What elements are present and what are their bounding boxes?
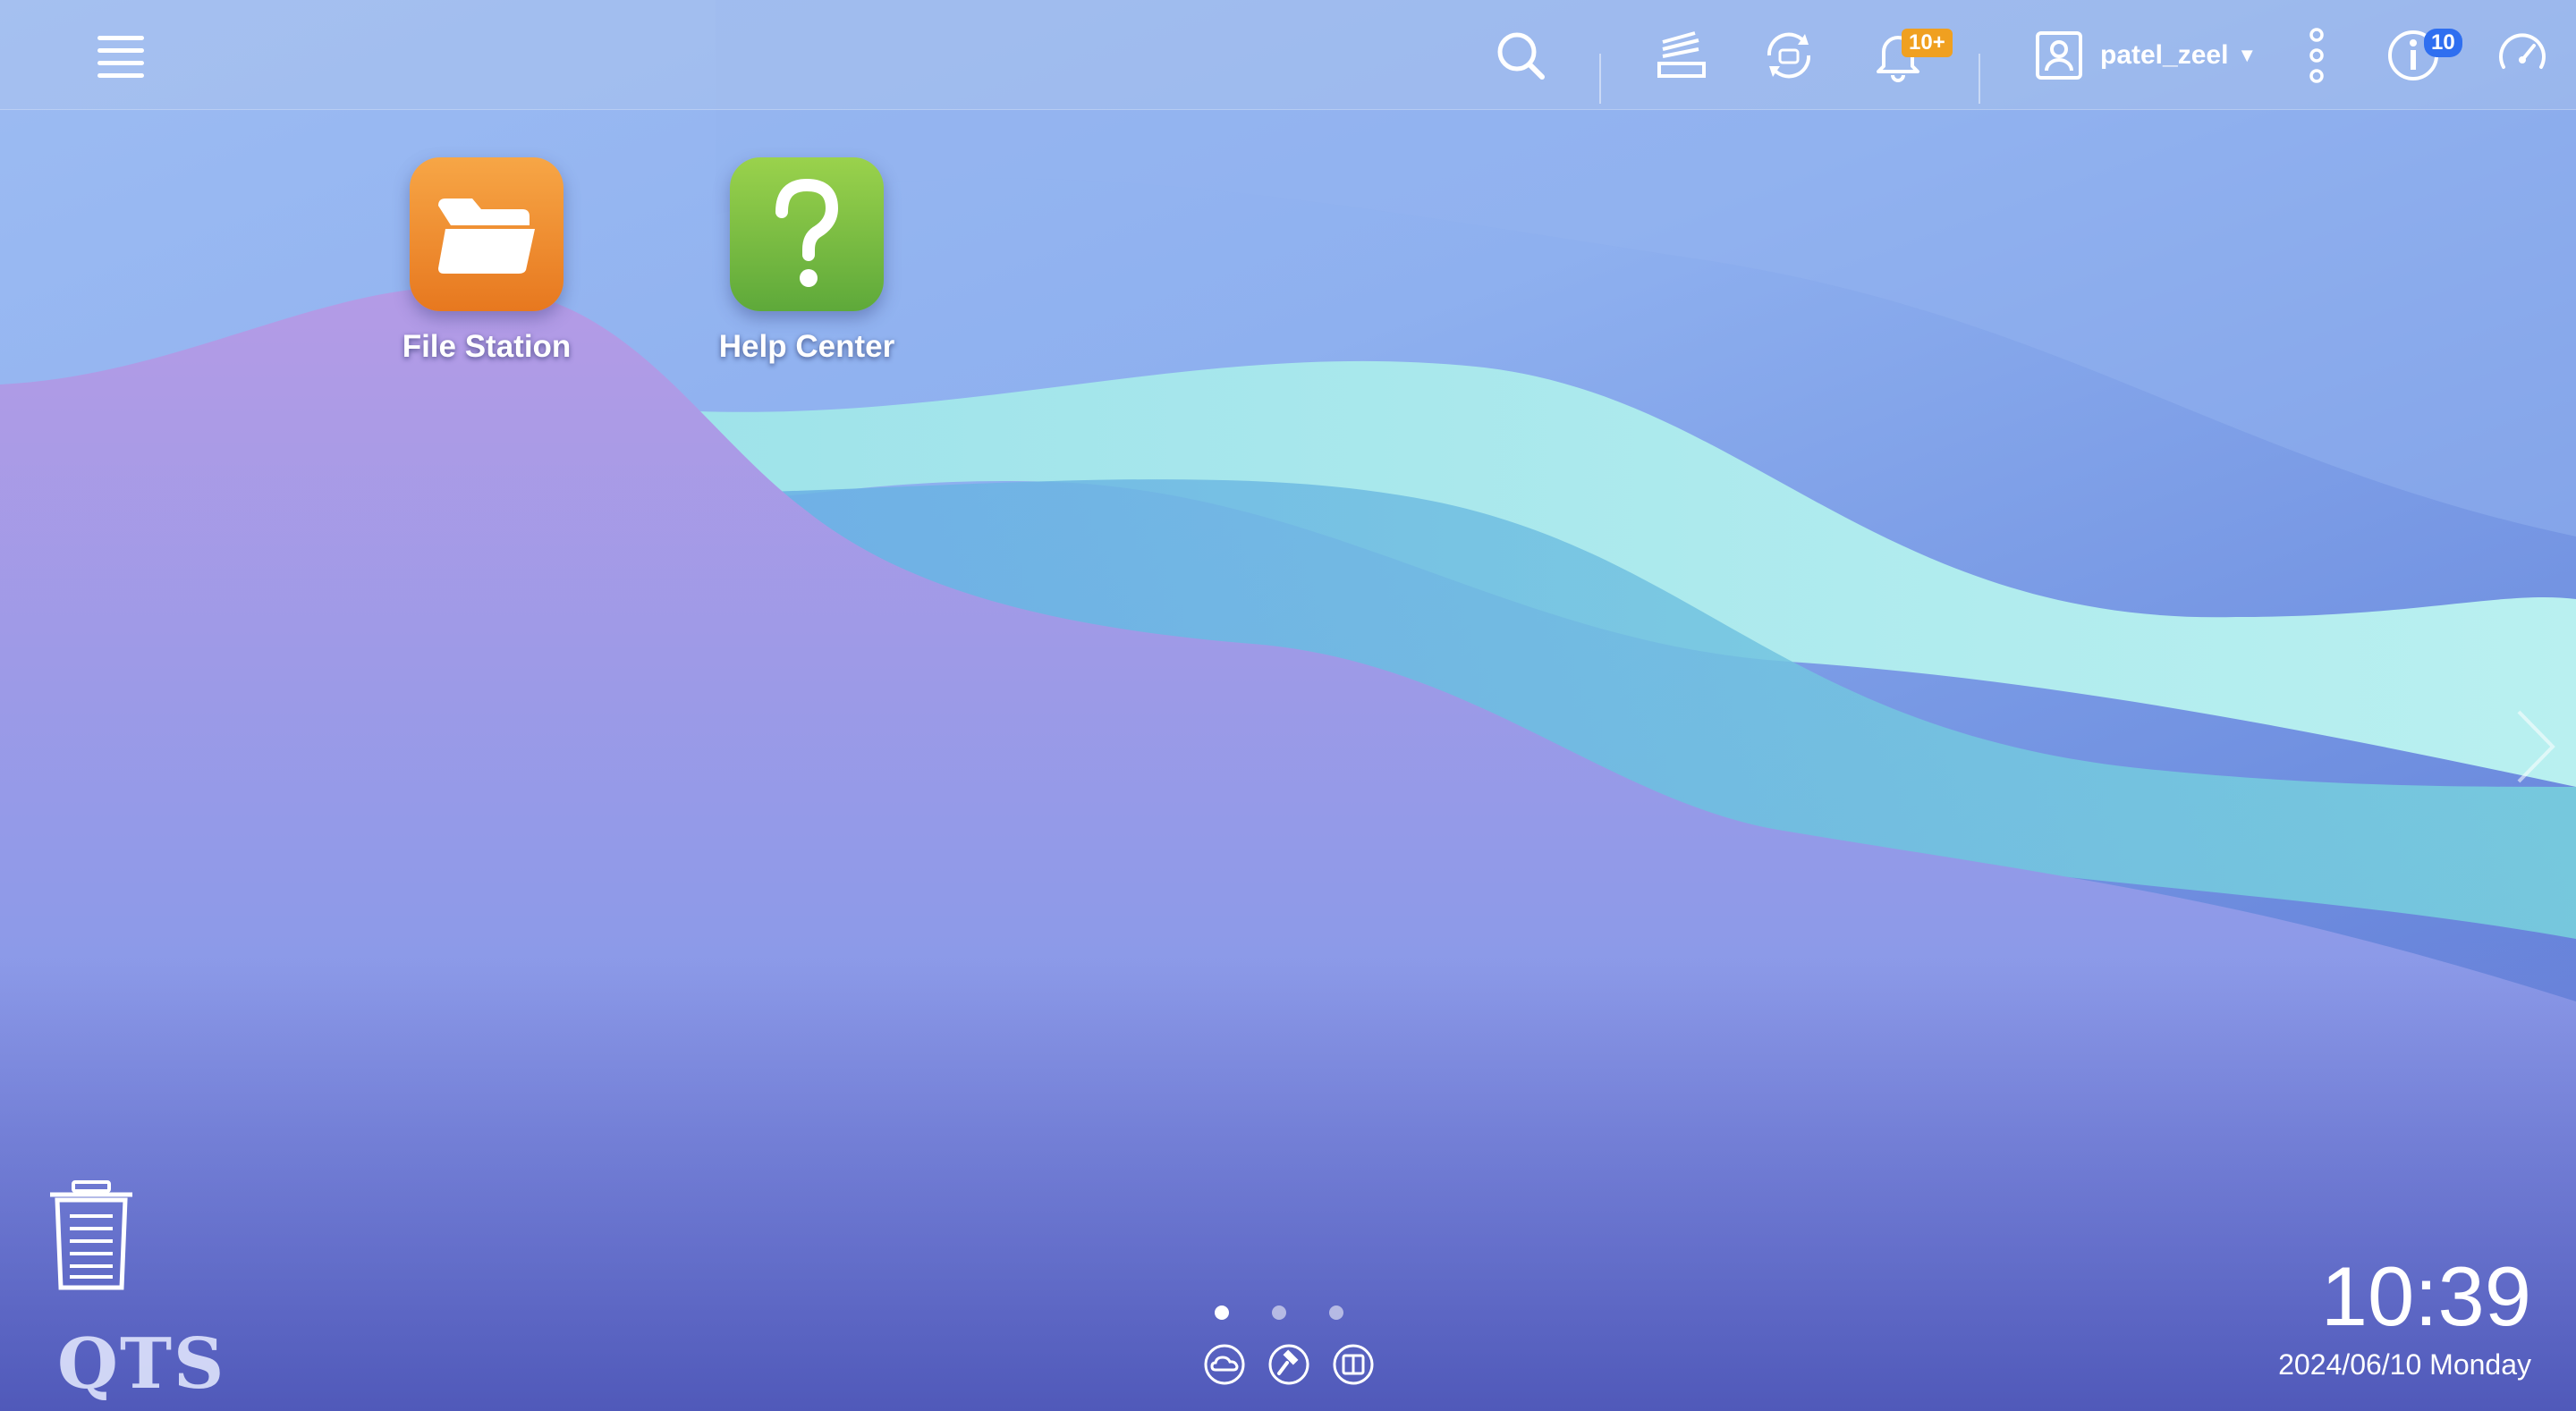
- notifications-button[interactable]: 10+: [1869, 27, 1953, 84]
- clock-date: 2024/06/10 Monday: [2278, 1348, 2531, 1381]
- hamburger-menu-icon: [97, 36, 144, 78]
- desktop-clock: 10:39 2024/06/10 Monday: [2278, 1252, 2531, 1381]
- app-file-station[interactable]: File Station: [379, 157, 594, 365]
- user-avatar-icon: [2036, 31, 2082, 80]
- folder-icon: [438, 199, 535, 274]
- search-icon: [1497, 32, 1545, 80]
- speedometer-icon: [2499, 33, 2546, 69]
- trash-icon: [50, 1180, 132, 1290]
- app-help-center[interactable]: Help Center: [699, 157, 914, 365]
- notification-count-badge: 10+: [1902, 29, 1953, 57]
- dashboard-button[interactable]: [2494, 27, 2551, 84]
- chevron-right-icon: [2517, 710, 2555, 783]
- app-label: Help Center: [718, 329, 895, 364]
- page-dot-1[interactable]: [1215, 1305, 1229, 1320]
- tasks-stack-icon: [1657, 31, 1706, 78]
- more-options-button[interactable]: [2299, 27, 2334, 84]
- topbar-divider: [1979, 54, 1980, 104]
- chevron-down-icon: ▼: [2237, 44, 2258, 66]
- page-dot-3[interactable]: [1329, 1305, 1343, 1320]
- user-menu[interactable]: patel_zeel ▼: [2034, 27, 2267, 84]
- qts-logo: QTS: [57, 1323, 226, 1405]
- main-menu-button[interactable]: [89, 27, 152, 84]
- bottom-toolbar: [1203, 1343, 1375, 1386]
- topbar-divider: [1599, 54, 1601, 104]
- external-device-button[interactable]: [1760, 27, 1818, 84]
- question-icon: [775, 178, 839, 287]
- file-station-icon: [410, 157, 564, 311]
- clock-time: 10:39: [2320, 1249, 2531, 1343]
- app-label: File Station: [402, 329, 572, 364]
- utility-button[interactable]: [1267, 1343, 1310, 1386]
- search-button[interactable]: [1492, 27, 1549, 84]
- user-name: patel_zeel: [2100, 40, 2229, 70]
- info-count-badge: 10: [2424, 29, 2462, 57]
- more-vertical-icon: [2309, 28, 2324, 83]
- system-info-button[interactable]: 10: [2385, 27, 2462, 84]
- desktop-page-indicator: [1215, 1305, 1343, 1320]
- hammer-icon: [1268, 1344, 1309, 1385]
- recycle-bin[interactable]: [47, 1180, 136, 1296]
- myqnapcloud-button[interactable]: [1203, 1343, 1246, 1386]
- help-center-icon: [730, 157, 884, 311]
- book-icon: [1333, 1344, 1374, 1385]
- background-tasks-button[interactable]: [1653, 27, 1710, 84]
- feedback-button[interactable]: [1332, 1343, 1375, 1386]
- cloud-icon: [1204, 1344, 1245, 1385]
- top-bar: 10+ patel_zeel ▼ 10: [0, 0, 2576, 110]
- sync-device-icon: [1767, 32, 1811, 79]
- page-dot-2[interactable]: [1272, 1305, 1286, 1320]
- next-page-arrow[interactable]: [2513, 706, 2558, 791]
